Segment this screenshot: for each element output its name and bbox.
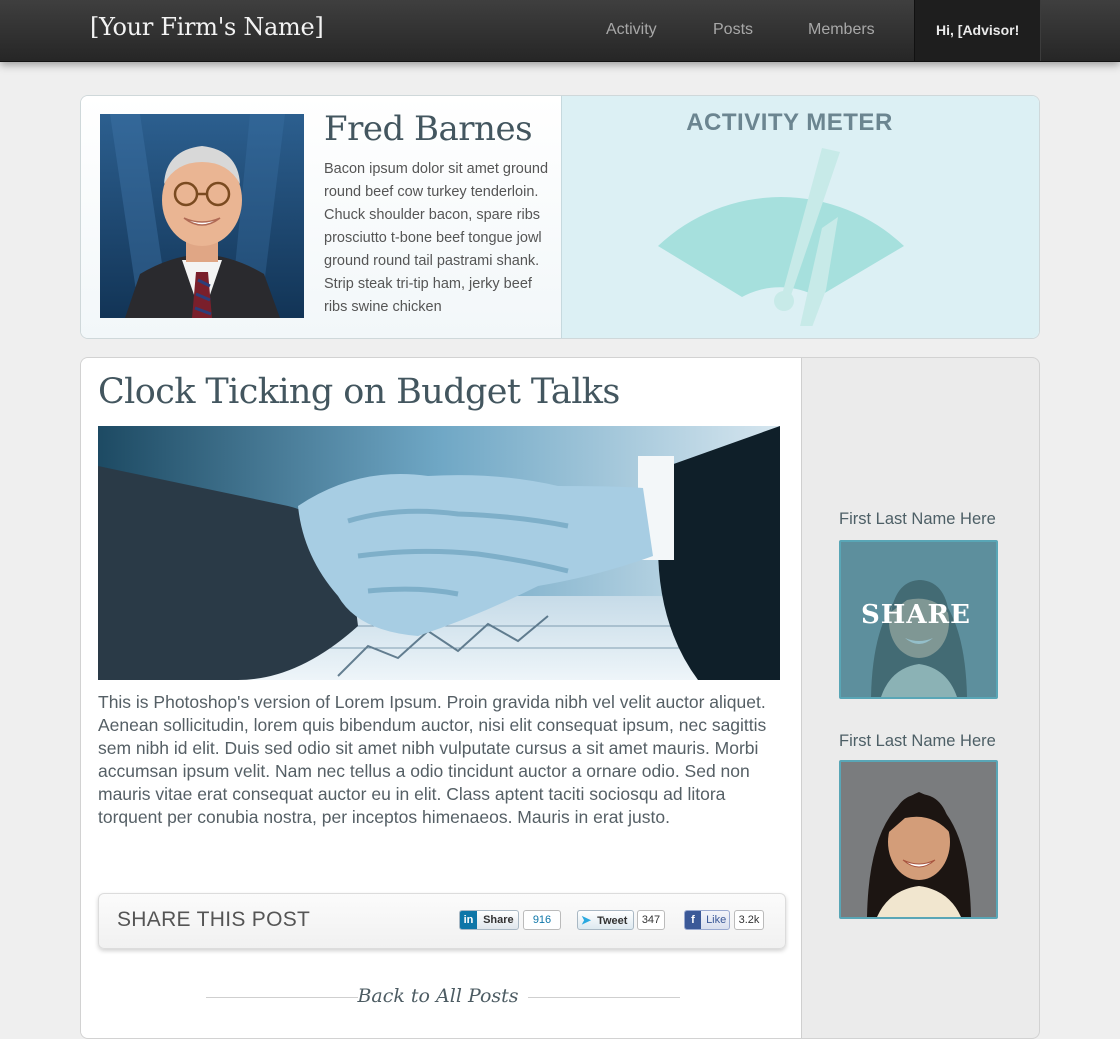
activity-meter-panel: ACTIVITY METER bbox=[562, 96, 1039, 338]
user-greeting: Hi, [Advisor! bbox=[936, 22, 1020, 38]
share-overlay-label: SHARE bbox=[861, 600, 971, 630]
article-main: Clock Ticking on Budget Talks This is Ph… bbox=[81, 358, 802, 1038]
facebook-icon: f bbox=[685, 911, 701, 929]
user-menu[interactable]: Hi, [Advisor! bbox=[914, 0, 1041, 61]
member-name[interactable]: First Last Name Here bbox=[839, 510, 996, 529]
top-navbar: [Your Firm's Name] Activity Posts Member… bbox=[0, 0, 1120, 62]
advisor-profile-card: Fred Barnes Bacon ipsum dolor sit amet g… bbox=[80, 95, 1040, 339]
nav-posts[interactable]: Posts bbox=[713, 21, 753, 39]
gauge-fan bbox=[658, 197, 904, 297]
share-bar: SHARE THIS POST in Share 916 ➤ Tweet 347… bbox=[98, 893, 786, 949]
back-to-posts-row: Back to All Posts bbox=[206, 985, 680, 1009]
nav-members[interactable]: Members bbox=[808, 21, 875, 39]
linkedin-share-button[interactable]: in Share 916 bbox=[459, 910, 563, 930]
facebook-like-button[interactable]: f Like 3.2k bbox=[684, 910, 764, 930]
member-avatar bbox=[841, 762, 996, 917]
member-photo-card[interactable] bbox=[839, 760, 998, 919]
facebook-like-count: 3.2k bbox=[734, 910, 764, 930]
advisor-avatar bbox=[100, 114, 304, 318]
handshake-image bbox=[98, 426, 780, 680]
member-photo-card[interactable]: SHARE bbox=[839, 540, 998, 699]
share-overlay[interactable]: SHARE bbox=[841, 542, 996, 697]
gauge-pivot bbox=[774, 291, 794, 311]
article-card: Clock Ticking on Budget Talks This is Ph… bbox=[80, 357, 1040, 1039]
twitter-icon: ➤ bbox=[580, 913, 592, 927]
article-body: This is Photoshop's version of Lorem Ips… bbox=[98, 692, 767, 827]
linkedin-share-count: 916 bbox=[523, 910, 561, 930]
twitter-tweet-label: Tweet bbox=[597, 915, 628, 927]
activity-gauge bbox=[658, 148, 904, 326]
firm-name-logo[interactable]: [Your Firm's Name] bbox=[90, 13, 324, 41]
linkedin-icon: in bbox=[460, 911, 477, 929]
linkedin-share-label: Share bbox=[483, 914, 514, 926]
article-title: Clock Ticking on Budget Talks bbox=[98, 372, 620, 412]
member-name[interactable]: First Last Name Here bbox=[839, 732, 996, 751]
twitter-tweet-button[interactable]: ➤ Tweet 347 bbox=[577, 910, 667, 930]
back-to-all-posts-link[interactable]: Back to All Posts bbox=[206, 985, 670, 1007]
advisor-bio: Bacon ipsum dolor sit amet ground round … bbox=[324, 161, 549, 315]
share-title: SHARE THIS POST bbox=[117, 908, 311, 931]
twitter-tweet-count: 347 bbox=[637, 910, 665, 930]
advisor-name: Fred Barnes bbox=[324, 109, 533, 149]
advisor-info-panel: Fred Barnes Bacon ipsum dolor sit amet g… bbox=[81, 96, 562, 338]
nav-activity[interactable]: Activity bbox=[606, 21, 657, 39]
activity-meter-title: ACTIVITY METER bbox=[686, 109, 893, 136]
facebook-like-label: Like bbox=[706, 914, 727, 926]
